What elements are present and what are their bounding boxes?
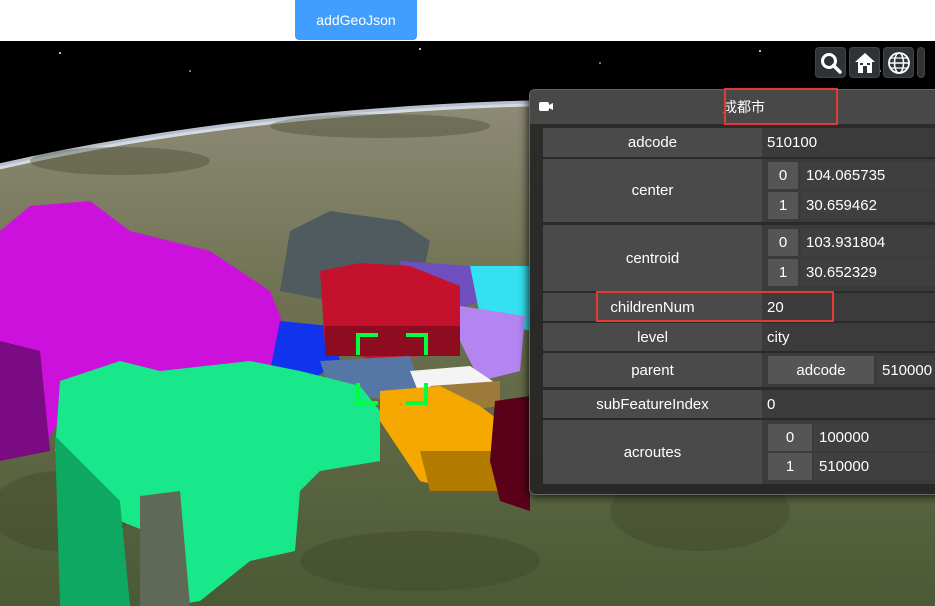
globe-icon [887, 51, 910, 74]
info-box: 成都市 adcode 510100 center 0 104.065735 1 … [529, 89, 935, 495]
level-key: level [543, 323, 762, 351]
acroutes-index-0: 0 [768, 424, 812, 451]
info-box-title: 成都市 [723, 99, 765, 115]
center-index-0: 0 [768, 162, 798, 189]
search-icon [820, 52, 842, 74]
top-bar: addGeoJson [0, 0, 935, 41]
acroutes-value-1: 510000 [814, 453, 935, 480]
parent-key: parent [543, 353, 762, 387]
childrennum-value: 20 [762, 293, 935, 321]
center-value-0: 104.065735 [801, 162, 935, 189]
adcode-key: adcode [543, 128, 762, 157]
layers-button[interactable] [917, 47, 925, 78]
center-key: center [543, 159, 762, 222]
level-value: city [762, 323, 935, 351]
acroutes-index-1: 1 [768, 453, 812, 480]
parent-value: 510000 [877, 356, 935, 384]
parent-subkey: adcode [768, 356, 874, 384]
subfeatureindex-key: subFeatureIndex [543, 390, 762, 418]
centroid-index-1: 1 [768, 259, 798, 286]
center-value-1: 30.659462 [801, 192, 935, 219]
home-button[interactable] [849, 47, 880, 78]
centroid-value-1: 30.652329 [801, 259, 935, 286]
acroutes-key: acroutes [543, 420, 762, 484]
acroutes-value-0: 100000 [814, 424, 935, 451]
selection-reticle [356, 333, 428, 405]
home-icon [854, 52, 875, 73]
add-geojson-button[interactable]: addGeoJson [295, 0, 417, 40]
viewer-toolbar [815, 47, 925, 78]
info-box-header: 成都市 [530, 90, 935, 124]
projection-button[interactable] [883, 47, 914, 78]
search-button[interactable] [815, 47, 846, 78]
centroid-value-0: 103.931804 [801, 229, 935, 256]
centroid-key: centroid [543, 225, 762, 291]
adcode-value: 510100 [762, 128, 935, 157]
centroid-index-0: 0 [768, 229, 798, 256]
childrennum-key: childrenNum [543, 293, 762, 321]
center-index-1: 1 [768, 192, 798, 219]
region-orange-side [420, 451, 500, 491]
subfeatureindex-value: 0 [762, 390, 935, 418]
